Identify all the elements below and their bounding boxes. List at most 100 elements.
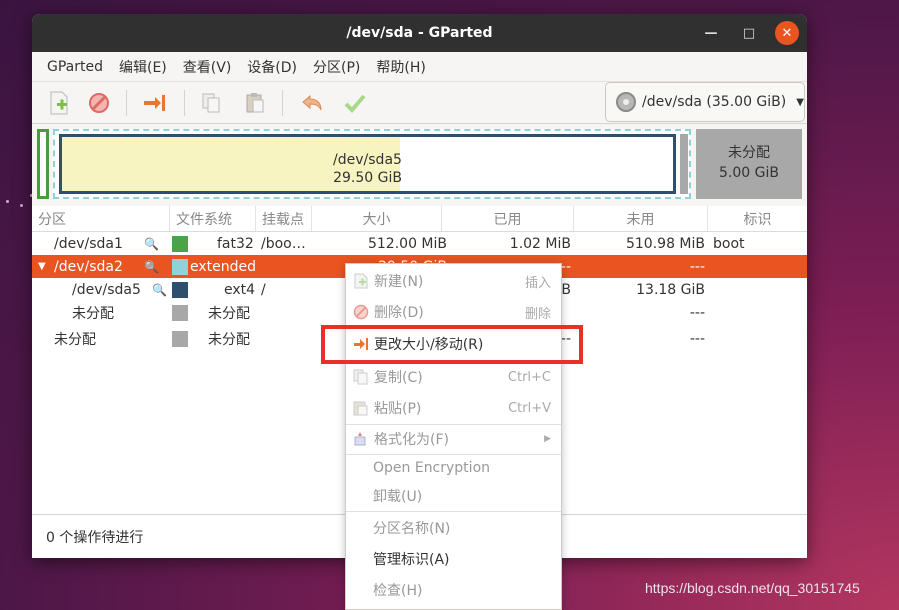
diskmap-unallocated-inner[interactable]	[680, 134, 688, 194]
title-bar: /dev/sda - GParted — □ ✕	[32, 14, 807, 52]
cell-unused: ---	[689, 304, 705, 321]
menu-item-delete[interactable]: 删除(D) 删除	[346, 298, 561, 326]
diskmap-sda5[interactable]: /dev/sda5 29.50 GiB	[59, 134, 676, 194]
menu-item-format[interactable]: 格式化为(F) ▶	[346, 425, 561, 453]
maximize-icon[interactable]: □	[737, 21, 761, 45]
delete-icon[interactable]	[86, 90, 112, 116]
resize-move-icon[interactable]	[142, 90, 168, 116]
diskmap-sda5-size: 29.50 GiB	[333, 170, 402, 186]
cell-filesystem: ext4	[224, 281, 256, 298]
col-size[interactable]: 大小	[312, 206, 442, 231]
menu-item-label: 粘贴(P)	[374, 401, 422, 417]
menu-item-accel: 插入	[524, 275, 551, 291]
close-icon[interactable]: ✕	[775, 21, 799, 45]
cell-unused: 510.98 MiB	[625, 235, 705, 252]
fs-color-swatch	[172, 258, 188, 275]
col-flags[interactable]: 标识	[708, 206, 807, 231]
menu-edit[interactable]: 编辑(E)	[112, 53, 174, 81]
cell-filesystem: extended	[190, 258, 257, 275]
copy-icon[interactable]	[198, 90, 224, 116]
device-selector-label: /dev/sda (35.00 GiB)	[642, 94, 787, 110]
fs-color-swatch	[172, 304, 188, 321]
menu-item-unmount[interactable]: 卸载(U)	[346, 482, 561, 510]
device-selector[interactable]: /dev/sda (35.00 GiB) ▼	[605, 82, 805, 122]
cell-filesystem: fat32	[217, 235, 254, 252]
table-header: 分区 文件系统 挂载点 大小 已用 未用 标识	[32, 206, 807, 232]
fs-color-swatch	[172, 281, 188, 298]
menu-item-accel: Ctrl+C	[507, 369, 551, 385]
cell-filesystem: 未分配	[208, 332, 250, 348]
menu-device[interactable]: 设备(D)	[240, 53, 304, 81]
submenu-arrow-icon: ▶	[544, 434, 551, 444]
menu-item-check[interactable]: 检查(H)	[346, 576, 561, 604]
menu-bar: GParted 编辑(E) 查看(V) 设备(D) 分区(P) 帮助(H)	[32, 52, 807, 82]
fs-color-swatch	[172, 235, 188, 252]
menu-item-label: 格式化为(F)	[374, 432, 449, 448]
key-icon: 🔍	[144, 259, 159, 274]
col-mount[interactable]: 挂载点	[256, 206, 312, 231]
menu-item-label: 分区名称(N)	[373, 521, 451, 537]
undo-icon[interactable]	[300, 90, 326, 116]
menu-item-label: Open Encryption	[373, 460, 491, 476]
menu-item-label: 检查(H)	[373, 583, 423, 599]
menu-item-label: 复制(C)	[374, 370, 423, 386]
diskmap-sda1[interactable]	[37, 129, 49, 199]
menu-help[interactable]: 帮助(H)	[369, 53, 432, 81]
diskmap-unallocated-size: 5.00 GiB	[719, 165, 779, 181]
apply-icon[interactable]	[342, 90, 368, 116]
menu-item-label: 管理标识(A)	[373, 552, 450, 568]
col-used[interactable]: 已用	[442, 206, 574, 231]
cell-used: 1.02 MiB	[509, 235, 571, 252]
diskmap-sda5-name: /dev/sda5	[333, 152, 402, 168]
pending-operations-text: 0 个操作待进行	[46, 529, 144, 546]
menu-item-label: 删除(D)	[374, 305, 424, 321]
copy-icon	[352, 368, 370, 386]
chevron-down-icon: ▼	[796, 96, 804, 108]
menu-item-new[interactable]: 新建(N) 插入	[346, 267, 561, 295]
paste-icon[interactable]	[242, 90, 268, 116]
diskmap-unallocated-name: 未分配	[728, 145, 770, 161]
delete-icon	[352, 303, 370, 321]
col-filesystem[interactable]: 文件系统	[170, 206, 256, 231]
menu-item-label: 新建(N)	[374, 274, 424, 290]
table-row[interactable]: /dev/sda1 🔍 fat32 /boo… 512.00 MiB 1.02 …	[32, 232, 807, 255]
minimize-icon[interactable]: —	[699, 21, 723, 45]
format-icon	[352, 430, 370, 448]
cell-unused: 13.18 GiB	[636, 281, 705, 298]
expander-down-icon[interactable]: ▼	[38, 255, 46, 278]
menu-item-open-encryption[interactable]: Open Encryption	[346, 454, 561, 482]
menu-partition[interactable]: 分区(P)	[306, 53, 367, 81]
menu-item-partition-name[interactable]: 分区名称(N)	[346, 514, 561, 542]
cell-partition: /dev/sda5	[72, 281, 141, 298]
cell-partition: /dev/sda2	[54, 258, 123, 275]
diskmap-extended[interactable]: /dev/sda5 29.50 GiB	[53, 129, 691, 199]
menu-gparted[interactable]: GParted	[40, 55, 110, 79]
paste-icon	[352, 399, 370, 417]
menu-item-copy[interactable]: 复制(C) Ctrl+C	[346, 363, 561, 391]
menu-view[interactable]: 查看(V)	[176, 53, 239, 81]
harddisk-icon	[616, 92, 636, 112]
fs-color-swatch	[172, 331, 188, 347]
cell-mount: /	[261, 281, 266, 298]
menu-item-paste[interactable]: 粘贴(P) Ctrl+V	[346, 394, 561, 422]
cell-filesystem: 未分配	[208, 305, 250, 322]
cell-unused: ---	[689, 331, 705, 347]
cell-mount: /boo…	[261, 235, 306, 252]
cell-partition: 未分配	[72, 305, 114, 322]
window-title: /dev/sda - GParted	[346, 25, 493, 41]
col-partition[interactable]: 分区	[32, 206, 170, 231]
cell-used: B	[561, 281, 571, 298]
cell-partition: /dev/sda1	[54, 235, 123, 252]
context-menu: 新建(N) 插入 删除(D) 删除 更改大小/移动(R) 复制(C) Ctrl+…	[345, 263, 562, 610]
menu-item-accel: 删除	[524, 306, 551, 322]
cell-flags: boot	[713, 235, 745, 252]
menu-item-accel: Ctrl+V	[508, 400, 551, 416]
watermark: https://blog.csdn.net/qq_30151745	[645, 580, 860, 596]
cell-partition: 未分配	[54, 332, 96, 348]
diskmap-unallocated[interactable]: 未分配 5.00 GiB	[696, 129, 802, 199]
new-partition-icon	[352, 272, 370, 290]
new-partition-icon[interactable]	[46, 90, 72, 116]
key-icon: 🔍	[152, 282, 167, 297]
col-unused[interactable]: 未用	[574, 206, 708, 231]
menu-item-manage-flags[interactable]: 管理标识(A)	[346, 545, 561, 573]
